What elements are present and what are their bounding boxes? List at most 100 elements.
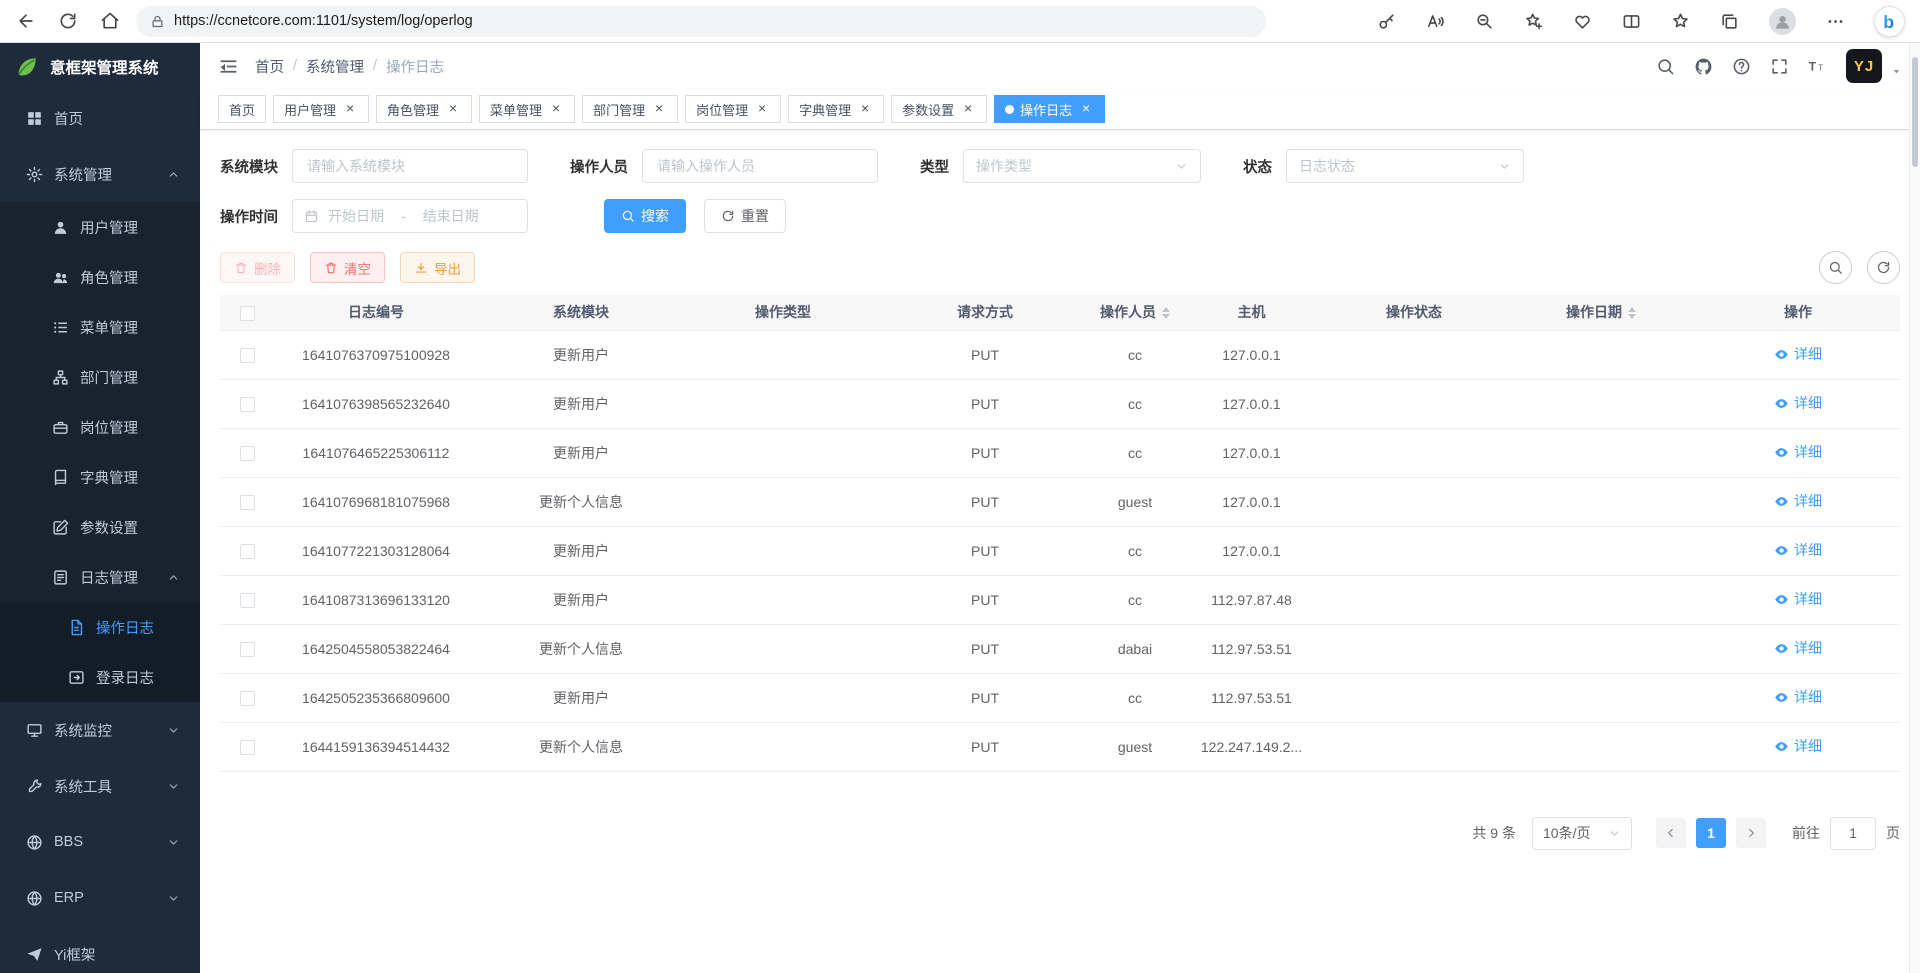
fullscreen-icon[interactable] [1770, 57, 1789, 76]
browser-menu-icon[interactable] [1826, 12, 1845, 31]
row-checkbox[interactable] [240, 495, 255, 510]
scrollbar-thumb[interactable] [1912, 57, 1918, 167]
detail-link[interactable]: 详细 [1774, 540, 1822, 560]
sidebar-item-5[interactable]: 部门管理 [0, 352, 200, 402]
close-icon[interactable]: × [754, 101, 770, 117]
status-select[interactable]: 日志状态 [1286, 149, 1524, 183]
row-checkbox[interactable] [240, 397, 255, 412]
sidebar-item-0[interactable]: 首页 [0, 90, 200, 146]
row-checkbox[interactable] [240, 691, 255, 706]
detail-link[interactable]: 详细 [1774, 687, 1822, 707]
search-button[interactable]: 搜索 [604, 199, 686, 233]
row-checkbox[interactable] [240, 593, 255, 608]
view-tab-2[interactable]: 角色管理× [376, 95, 472, 123]
sidebar-item-7[interactable]: 字典管理 [0, 452, 200, 502]
browser-home-icon[interactable] [100, 11, 120, 31]
split-screen-icon[interactable] [1622, 12, 1641, 31]
password-key-icon[interactable] [1377, 12, 1396, 31]
sort-caret-icon[interactable] [1162, 303, 1170, 323]
row-checkbox[interactable] [240, 740, 255, 755]
detail-link[interactable]: 详细 [1774, 344, 1822, 364]
close-icon[interactable]: × [342, 101, 358, 117]
sidebar-item-10[interactable]: 操作日志 [0, 602, 200, 652]
view-tab-5[interactable]: 岗位管理× [685, 95, 781, 123]
sidebar-item-2[interactable]: 用户管理 [0, 202, 200, 252]
export-button[interactable]: 导出 [400, 252, 475, 283]
row-checkbox[interactable] [240, 446, 255, 461]
detail-link[interactable]: 详细 [1774, 589, 1822, 609]
next-page-button[interactable] [1736, 818, 1766, 848]
reset-button[interactable]: 重置 [704, 199, 786, 233]
sidebar-item-13[interactable]: 系统工具 [0, 758, 200, 814]
sidebar-item-12[interactable]: 系统监控 [0, 702, 200, 758]
view-tab-3[interactable]: 菜单管理× [479, 95, 575, 123]
module-input[interactable] [292, 149, 528, 183]
bing-copilot-icon[interactable]: b [1875, 7, 1904, 36]
close-icon[interactable]: × [651, 101, 667, 117]
column-header[interactable]: 操作日期 [1506, 295, 1696, 330]
browser-profile-avatar[interactable] [1769, 8, 1796, 35]
add-favorite-icon[interactable] [1524, 12, 1543, 31]
breadcrumb-item[interactable]: 系统管理 [306, 56, 364, 77]
clear-button[interactable]: 清空 [310, 252, 385, 283]
row-checkbox[interactable] [240, 544, 255, 559]
view-tab-6[interactable]: 字典管理× [788, 95, 884, 123]
zoom-out-icon[interactable] [1475, 12, 1494, 31]
help-icon[interactable] [1732, 57, 1751, 76]
sidebar-item-8[interactable]: 参数设置 [0, 502, 200, 552]
sidebar-item-3[interactable]: 角色管理 [0, 252, 200, 302]
select-all-checkbox[interactable] [240, 306, 255, 321]
browser-essentials-icon[interactable] [1573, 12, 1592, 31]
view-tab-4[interactable]: 部门管理× [582, 95, 678, 123]
collections-icon[interactable] [1720, 12, 1739, 31]
breadcrumb-item[interactable]: 首页 [255, 56, 284, 77]
column-header[interactable]: 操作人员 [1089, 295, 1181, 330]
menu-fold-icon[interactable] [218, 56, 239, 77]
refresh-table-button[interactable] [1867, 251, 1900, 284]
close-icon[interactable]: × [1078, 101, 1094, 117]
view-tab-0[interactable]: 首页 [218, 95, 266, 123]
sidebar-item-4[interactable]: 菜单管理 [0, 302, 200, 352]
view-tab-7[interactable]: 参数设置× [891, 95, 987, 123]
url-bar[interactable]: https://ccnetcore.com:1101/system/log/op… [136, 6, 1266, 37]
type-select[interactable]: 操作类型 [963, 149, 1201, 183]
prev-page-button[interactable] [1656, 818, 1686, 848]
row-checkbox[interactable] [240, 642, 255, 657]
detail-link[interactable]: 详细 [1774, 638, 1822, 658]
page-scrollbar[interactable] [1909, 43, 1920, 973]
github-icon[interactable] [1694, 57, 1713, 76]
detail-link[interactable]: 详细 [1774, 393, 1822, 413]
browser-refresh-icon[interactable] [58, 11, 78, 31]
toggle-search-button[interactable] [1819, 251, 1852, 284]
favorites-icon[interactable] [1671, 12, 1690, 31]
chevron-down-icon[interactable] [1891, 66, 1902, 77]
view-tab-1[interactable]: 用户管理× [273, 95, 369, 123]
sidebar-item-1[interactable]: 系统管理 [0, 146, 200, 202]
goto-page-input[interactable] [1830, 817, 1876, 850]
view-tab-8[interactable]: 操作日志× [994, 95, 1105, 123]
user-avatar[interactable]: YJ [1846, 49, 1882, 83]
operator-input[interactable] [642, 149, 878, 183]
sort-caret-icon[interactable] [1628, 303, 1636, 323]
close-icon[interactable]: × [548, 101, 564, 117]
sidebar-item-16[interactable]: Yi框架 [0, 926, 200, 973]
read-aloud-icon[interactable] [1426, 12, 1445, 31]
sidebar-item-14[interactable]: BBS [0, 814, 200, 870]
close-icon[interactable]: × [960, 101, 976, 117]
close-icon[interactable]: × [857, 101, 873, 117]
close-icon[interactable]: × [445, 101, 461, 117]
delete-button[interactable]: 删除 [220, 252, 295, 283]
page-number-1[interactable]: 1 [1696, 818, 1726, 848]
browser-back-icon[interactable] [16, 11, 36, 31]
sidebar-item-6[interactable]: 岗位管理 [0, 402, 200, 452]
header-search-icon[interactable] [1656, 57, 1675, 76]
detail-link[interactable]: 详细 [1774, 442, 1822, 462]
date-range-picker[interactable]: 开始日期 - 结束日期 [292, 199, 528, 233]
font-size-icon[interactable]: TT [1808, 57, 1827, 76]
detail-link[interactable]: 详细 [1774, 736, 1822, 756]
row-checkbox[interactable] [240, 348, 255, 363]
sidebar-item-15[interactable]: ERP [0, 870, 200, 926]
sidebar-item-11[interactable]: 登录日志 [0, 652, 200, 702]
sidebar-item-9[interactable]: 日志管理 [0, 552, 200, 602]
detail-link[interactable]: 详细 [1774, 491, 1822, 511]
